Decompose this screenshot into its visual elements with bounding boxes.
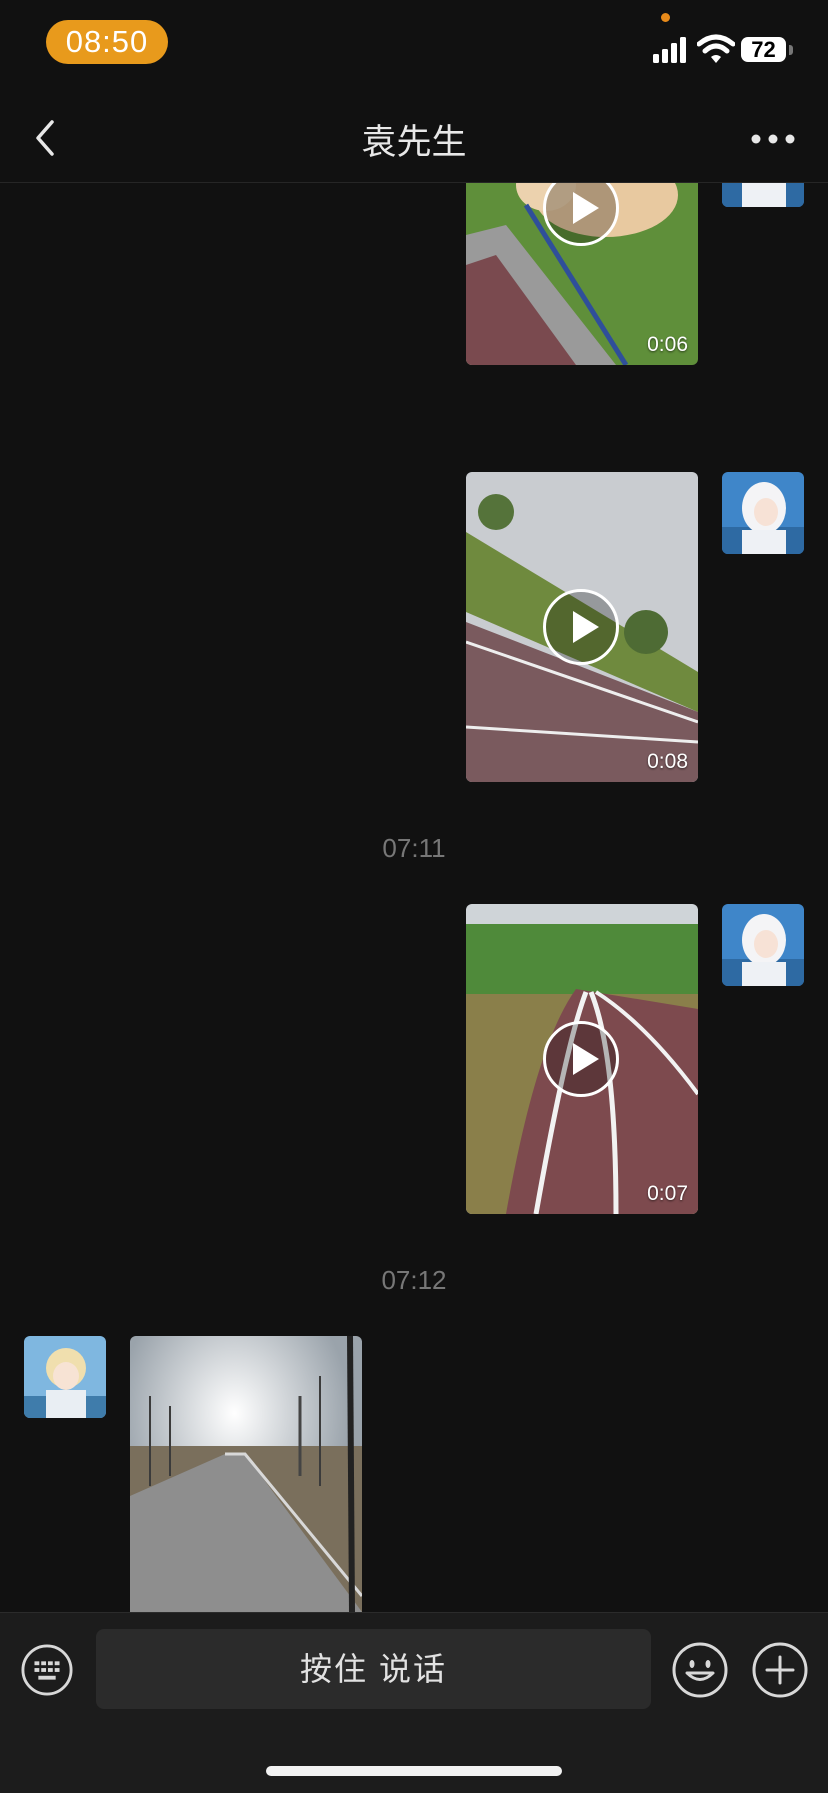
privacy-indicator xyxy=(661,13,670,22)
my-avatar[interactable] xyxy=(722,183,804,207)
video-message[interactable]: 0:07 xyxy=(466,904,698,1214)
status-time: 08:50 xyxy=(46,20,168,64)
video-duration: 0:06 xyxy=(647,333,688,356)
more-options-icon[interactable] xyxy=(748,124,798,154)
play-icon[interactable] xyxy=(543,1021,619,1097)
anime-girl-avatar-icon xyxy=(722,183,804,207)
anime-boy-avatar-icon xyxy=(24,1336,106,1418)
message-list[interactable]: 0:06 0:08 07:11 0:07 07:12 xyxy=(0,183,828,1612)
video-message[interactable]: 0:08 xyxy=(466,472,698,782)
status-bar: 08:50 72 xyxy=(0,0,828,96)
anime-girl-avatar-icon xyxy=(722,472,804,554)
image-message[interactable] xyxy=(130,1336,362,1612)
home-indicator xyxy=(266,1766,562,1776)
add-plus-icon[interactable] xyxy=(752,1642,808,1698)
battery-indicator: 72 xyxy=(741,37,786,62)
cellular-signal-icon xyxy=(653,37,686,63)
hold-to-talk-button[interactable]: 按住 说话 xyxy=(96,1629,651,1709)
keyboard-icon[interactable] xyxy=(21,1644,73,1696)
back-chevron-icon[interactable] xyxy=(26,116,66,160)
chat-header: 袁先生 xyxy=(0,96,828,183)
video-duration: 0:08 xyxy=(647,750,688,773)
message-timestamp: 07:11 xyxy=(382,833,446,863)
message-timestamp: 07:12 xyxy=(381,1265,447,1295)
my-avatar[interactable] xyxy=(722,904,804,986)
emoji-icon[interactable] xyxy=(672,1642,728,1698)
video-duration: 0:07 xyxy=(647,1182,688,1205)
road-photo xyxy=(130,1336,362,1612)
contact-avatar[interactable] xyxy=(24,1336,106,1418)
anime-girl-avatar-icon xyxy=(722,904,804,986)
my-avatar[interactable] xyxy=(722,472,804,554)
video-message[interactable]: 0:06 xyxy=(466,183,698,365)
battery-cap xyxy=(789,45,793,55)
chat-title: 袁先生 xyxy=(361,123,467,162)
wifi-icon xyxy=(697,34,735,63)
play-icon[interactable] xyxy=(543,589,619,665)
